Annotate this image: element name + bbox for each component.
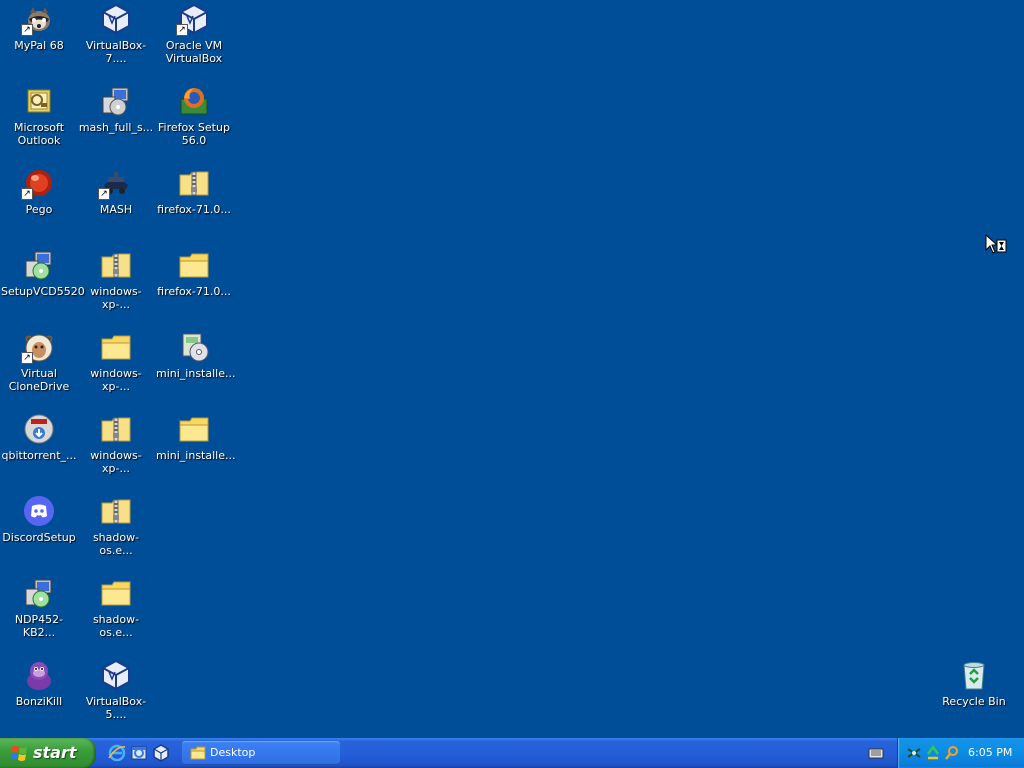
outlook-icon — [23, 85, 55, 117]
desktop-icon-qbittorrent[interactable]: qbittorrent_... — [0, 413, 78, 462]
desktop-icon-label: SetupVCD5520 — [1, 285, 85, 298]
taskbar: start Desktop 6:05 PM — [0, 738, 1024, 768]
taskbar-button-desktop[interactable]: Desktop — [182, 741, 340, 765]
desktop-icon-label: mini_installe... — [156, 367, 236, 380]
desktop-icon-mini-installer-exe[interactable]: mini_installe... — [155, 331, 236, 380]
zip-folder-icon — [100, 495, 132, 527]
desktop-icon-virtualbox7[interactable]: VirtualBox-7.... — [77, 3, 155, 65]
desktop-icon-label: qbittorrent_... — [1, 449, 77, 462]
desktop-icon-label: Firefox Setup 56.0 — [158, 121, 230, 147]
shortcut-arrow-icon: ↗ — [98, 188, 110, 200]
desktop-icon-label: shadow-os.e... — [92, 531, 140, 557]
zip-folder-icon — [100, 413, 132, 445]
desktop-icon-label: firefox-71.0... — [157, 285, 231, 298]
desktop-icon-label: MyPal 68 — [14, 39, 64, 52]
desktop-icon-label: NDP452-KB2... — [14, 613, 64, 639]
shortcut-arrow-icon: ↗ — [21, 352, 33, 364]
desktop-icon-shadow-folder[interactable]: shadow-os.e... — [77, 577, 155, 639]
zip-folder-icon — [100, 249, 132, 281]
desktop-icon-firefox-setup[interactable]: Firefox Setup 56.0 — [155, 85, 233, 147]
zip-folder-icon — [178, 167, 210, 199]
desktop-icon-label: windows-xp-... — [90, 285, 142, 311]
raccoon-icon: ↗ — [21, 3, 55, 36]
desktop-icon-mash-full[interactable]: mash_full_s... — [77, 85, 155, 134]
shortcut-arrow-icon: ↗ — [176, 24, 188, 36]
virtualbox-icon: ↗ — [176, 3, 210, 36]
desktop-icon-label: Oracle VM VirtualBox — [165, 39, 223, 65]
folder-icon — [100, 331, 132, 363]
mash-icon: ↗ — [98, 167, 132, 200]
busy-cursor-icon — [985, 234, 1007, 254]
desktop-icon-winxp-folder[interactable]: windows-xp-... — [77, 331, 155, 393]
windows-flag-icon — [11, 746, 27, 761]
qbittorrent-icon — [23, 413, 55, 445]
firefox-installer-icon — [178, 85, 210, 117]
desktop-icon-winxp-zip1[interactable]: windows-xp-... — [77, 249, 155, 311]
internet-explorer-icon[interactable] — [108, 744, 126, 762]
desktop-icon-label: BonziKill — [15, 695, 63, 708]
desktop-icon-label: shadow-os.e... — [92, 613, 140, 639]
desktop-icon-oracle-vm[interactable]: ↗ Oracle VM VirtualBox — [155, 3, 233, 65]
desktop-icon-label: firefox-71.0... — [157, 203, 231, 216]
desktop-icon-ndp452[interactable]: NDP452-KB2... — [0, 577, 78, 639]
desktop-icon-bonzikill[interactable]: BonziKill — [0, 659, 78, 708]
taskbar-button-label: Desktop — [210, 746, 256, 759]
desktop-icon-label: mini_installe... — [156, 449, 236, 462]
desktop-icon-shadow-zip[interactable]: shadow-os.e... — [77, 495, 155, 557]
red-ball-icon: ↗ — [21, 167, 55, 200]
desktop-icon-label: Microsoft Outlook — [13, 121, 65, 147]
clock[interactable]: 6:05 PM — [968, 746, 1012, 759]
installer-icon — [23, 249, 55, 281]
purple-gorilla-icon — [23, 659, 55, 691]
network-icon[interactable] — [906, 745, 922, 761]
desktop-icon-label: MASH — [99, 203, 133, 216]
desktop-icon-label: VirtualBox-7.... — [85, 39, 147, 65]
desktop-icon-setupvcd[interactable]: SetupVCD5520 — [0, 249, 85, 298]
desktop-icon-outlook[interactable]: Microsoft Outlook — [0, 85, 78, 147]
desktop-icon-mini-installer-folder[interactable]: mini_installe... — [155, 413, 236, 462]
desktop-icon-label: windows-xp-... — [90, 367, 142, 393]
discord-icon — [23, 495, 55, 527]
desktop-icon-firefox71-zip[interactable]: firefox-71.0... — [155, 167, 233, 216]
desktop-icon-winxp-zip2[interactable]: windows-xp-... — [77, 413, 155, 475]
show-desktop-icon[interactable] — [130, 744, 148, 762]
desktop-icon-pego[interactable]: ↗ Pego — [0, 167, 78, 216]
desktop-icon-mash[interactable]: ↗ MASH — [77, 167, 155, 216]
installer-icon — [100, 85, 132, 117]
desktop-icon-label: mash_full_s... — [78, 121, 154, 134]
desktop-icon-discord[interactable]: DiscordSetup — [0, 495, 78, 544]
keyboard-icon[interactable] — [868, 745, 884, 761]
desktop-icon-recycle-bin[interactable]: Recycle Bin — [935, 659, 1013, 708]
start-label: start — [33, 743, 77, 762]
folder-icon — [178, 413, 210, 445]
recycle-tray-icon[interactable] — [925, 745, 941, 761]
system-tray: 6:05 PM — [897, 738, 1024, 768]
start-button[interactable]: start — [0, 738, 96, 768]
disc-installer-icon — [178, 331, 210, 363]
recycle-bin-icon — [958, 659, 990, 691]
virtualbox-icon — [100, 659, 132, 691]
virtualbox-icon — [100, 3, 132, 35]
desktop-icon-mypal[interactable]: ↗ MyPal 68 — [0, 3, 78, 52]
desktop-icon-label: Pego — [25, 203, 53, 216]
folder-icon — [100, 577, 132, 609]
desktop-icon-label: Virtual CloneDrive — [8, 367, 70, 393]
desktop-icon-virtual-clonedrive[interactable]: ↗ Virtual CloneDrive — [0, 331, 78, 393]
sheep-icon: ↗ — [21, 331, 55, 364]
search-tray-icon[interactable] — [944, 745, 960, 761]
desktop[interactable]: ↗ MyPal 68 Microsoft Outlook ↗ Pego Setu… — [0, 0, 1024, 738]
installer-icon — [23, 577, 55, 609]
virtualbox-icon[interactable] — [152, 744, 170, 762]
desktop-icon-label: Recycle Bin — [942, 695, 1006, 708]
folder-icon — [190, 746, 206, 760]
desktop-icon-virtualbox5[interactable]: VirtualBox-5.... — [77, 659, 155, 721]
folder-icon — [178, 249, 210, 281]
desktop-icon-label: VirtualBox-5.... — [85, 695, 147, 721]
desktop-icon-label: DiscordSetup — [2, 531, 76, 544]
desktop-icon-firefox71-folder[interactable]: firefox-71.0... — [155, 249, 233, 298]
desktop-icon-label: windows-xp-... — [90, 449, 142, 475]
shortcut-arrow-icon: ↗ — [21, 188, 33, 200]
shortcut-arrow-icon: ↗ — [21, 24, 33, 36]
